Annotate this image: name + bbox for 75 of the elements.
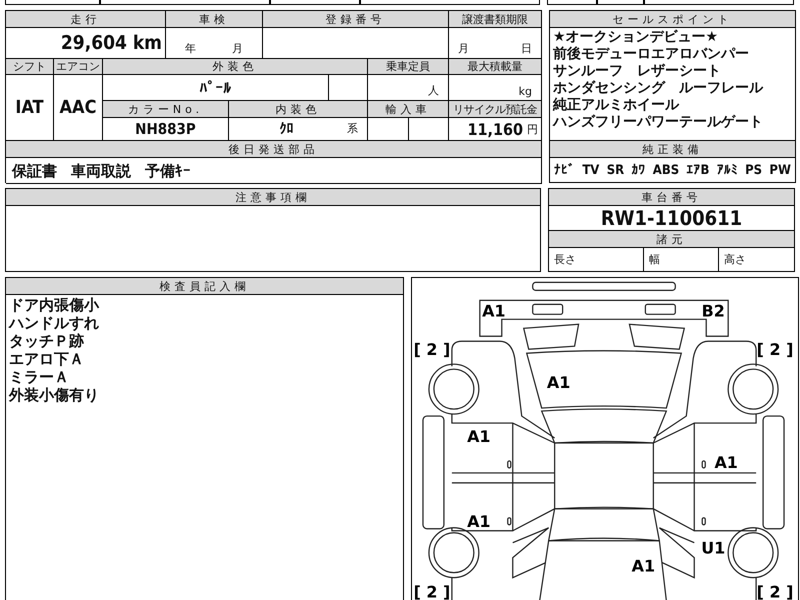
registration-label: 登録番号 bbox=[326, 12, 386, 26]
shift-value: IAT bbox=[15, 97, 44, 118]
standard-equipment-label: 純正装備 bbox=[642, 142, 702, 156]
damage-code: U1 bbox=[701, 538, 726, 558]
recycle-fee-label: リサイクル預託金 bbox=[453, 102, 537, 116]
inspector-note-text: ドア内張傷小 bbox=[9, 296, 100, 314]
later-parts-label: 後日発送部品 bbox=[228, 142, 318, 156]
damage-code: A1 bbox=[632, 556, 656, 576]
equipment-item: ｱﾙﾐ bbox=[716, 162, 738, 178]
damage-code: A1 bbox=[714, 452, 738, 472]
inspector-notes-label: 検査員記入欄 bbox=[160, 278, 250, 294]
chassis-number-label: 車台番号 bbox=[642, 190, 702, 204]
equipment-item: ABS bbox=[652, 162, 680, 178]
damage-code: A1 bbox=[467, 512, 491, 531]
sales-point-text: ハンズフリーパワーテールゲート bbox=[553, 114, 764, 131]
inspector-note-text: 外装小傷有り bbox=[9, 386, 100, 404]
equipment-item: TV bbox=[582, 162, 600, 178]
interior-color-value: ｸﾛ bbox=[280, 121, 294, 137]
exterior-color-label: 外装色 bbox=[212, 59, 258, 74]
equipment-item: ｴｱB bbox=[686, 162, 710, 178]
equipment-item: PS bbox=[745, 162, 762, 178]
later-part-item: 車両取説 bbox=[71, 162, 131, 180]
equipment-item: PW bbox=[769, 162, 791, 178]
day-unit: 日 bbox=[520, 41, 533, 57]
damage-code: B2 bbox=[702, 301, 725, 320]
later-part-item: 保証書 bbox=[12, 162, 57, 180]
year-unit: 年 bbox=[184, 41, 197, 57]
color-number-value: NH883P bbox=[135, 120, 196, 138]
color-number-label: カラーNo. bbox=[128, 102, 204, 116]
interior-color-label: 内装色 bbox=[276, 102, 320, 116]
capacity-label: 乗車定員 bbox=[386, 59, 430, 74]
equipment-item: SR bbox=[606, 162, 624, 178]
equipment-item: ﾅﾋﾞ bbox=[554, 162, 575, 178]
inspector-note-text: タッチＰ跡 bbox=[9, 332, 85, 350]
damage-code: A1 bbox=[546, 373, 570, 392]
shift-label: シフト bbox=[13, 59, 46, 74]
sales-point-text: ホンダセンシング ルーフレール bbox=[553, 80, 764, 97]
kg-unit: kg bbox=[518, 85, 533, 100]
air-conditioner-label: エアコン bbox=[56, 59, 100, 74]
inspector-note-text: ハンドルすれ bbox=[9, 314, 100, 332]
specifications-label: 諸元 bbox=[656, 232, 686, 246]
air-conditioner-value: AAC bbox=[60, 97, 96, 118]
month-unit: 月 bbox=[457, 41, 470, 57]
sales-point-text: 純正アルミホイール bbox=[553, 97, 680, 114]
inspector-note-text: エアロ下Ａ bbox=[9, 350, 85, 368]
inspector-note-text: ミラーＡ bbox=[9, 368, 70, 386]
exterior-color-value: ﾊﾟｰﾙ bbox=[200, 78, 232, 96]
month-unit: 月 bbox=[231, 41, 244, 57]
later-part-item: 予備ｷｰ bbox=[145, 162, 191, 180]
damage-code: A1 bbox=[482, 301, 506, 320]
persons-unit: 人 bbox=[427, 83, 440, 99]
sales-points-label: セールスポイント bbox=[612, 12, 732, 26]
color-type-unit: 系 bbox=[346, 120, 359, 136]
max-load-label: 最大積載量 bbox=[468, 59, 522, 74]
spec-label: 幅 bbox=[644, 248, 719, 271]
sales-point-text: 前後モデューロエアロバンパー bbox=[553, 46, 750, 63]
sales-point-text: ★オークションデビュー★ bbox=[553, 29, 720, 46]
equipment-item: ｶﾜ bbox=[631, 162, 646, 178]
recycle-fee-value: 11,160 bbox=[467, 120, 523, 138]
import-label: 輸入車 bbox=[386, 102, 430, 116]
notes-label: 注意事項欄 bbox=[236, 190, 310, 204]
transfer-deadline-label: 譲渡書類期限 bbox=[462, 12, 528, 26]
spec-label: 長さ bbox=[549, 248, 644, 271]
sales-point-text: サンルーフ レザーシート bbox=[553, 63, 722, 80]
damage-code: A1 bbox=[467, 427, 491, 446]
yen-unit: 円 bbox=[527, 122, 538, 136]
tire-mark: [ 2 ] bbox=[414, 340, 450, 360]
tire-mark: [ 2 ] bbox=[756, 582, 794, 600]
inspection-label: 車検 bbox=[199, 12, 229, 26]
spec-label: 高さ bbox=[723, 252, 747, 268]
chassis-number-value: RW1-1100611 bbox=[600, 206, 742, 230]
tire-mark: [ 2 ] bbox=[414, 582, 450, 600]
tire-mark: [ 2 ] bbox=[756, 340, 794, 360]
mileage-value: 29,604 km bbox=[60, 32, 162, 54]
mileage-label: 走行 bbox=[70, 12, 100, 26]
